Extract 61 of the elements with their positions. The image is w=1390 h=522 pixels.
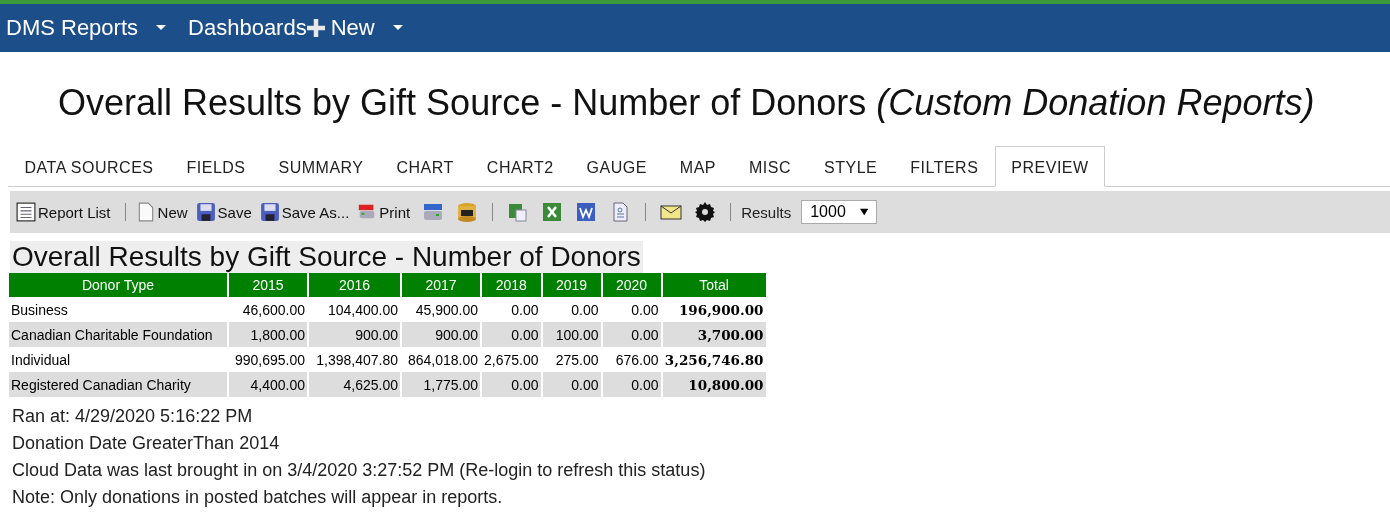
settings-icon[interactable] (694, 202, 717, 222)
database-icon[interactable] (456, 202, 479, 222)
column-header: 2019 (541, 273, 602, 297)
column-header: 2020 (601, 273, 662, 297)
table-cell: 4,625.00 (308, 372, 401, 397)
toolbar-button[interactable]: Print (357, 202, 415, 222)
results-label: Results (741, 203, 792, 221)
table-cell: 0.00 (541, 372, 602, 397)
column-header: 2017 (401, 273, 481, 297)
plus-icon (306, 19, 325, 37)
column-header: 2018 (481, 273, 542, 297)
html-printer-icon[interactable] (422, 202, 445, 222)
table-cell: 0.00 (601, 372, 662, 397)
envelope-icon[interactable] (660, 202, 683, 222)
table-cell: Canadian Charitable Foundation (9, 322, 228, 347)
caret-icon[interactable] (156, 25, 167, 31)
table-cell: 0.00 (481, 372, 542, 397)
toolbar-button[interactable]: Save As... (259, 202, 354, 222)
tab[interactable]: CHART2 (470, 148, 571, 187)
table-cell: Registered Canadian Charity (9, 372, 228, 397)
tab[interactable]: FILTERS (893, 148, 995, 187)
toolbar-button[interactable]: Report List (16, 202, 115, 222)
table-cell: 900.00 (308, 322, 401, 347)
column-header: 2015 (228, 273, 308, 297)
spreadsheet-icon[interactable] (507, 202, 530, 222)
tab[interactable]: GAUGE (570, 148, 664, 187)
table-cell: 900.00 (401, 322, 481, 347)
table-cell: 0.00 (481, 322, 542, 347)
column-header: Donor Type (9, 273, 228, 297)
table-cell: 1,775.00 (401, 372, 481, 397)
report-note: Note: Only donations in posted batches will appear in reports. (12, 486, 504, 509)
table-cell: 1,800.00 (228, 322, 308, 347)
tab[interactable]: PREVIEW (994, 146, 1106, 187)
column-header: Total (661, 273, 767, 297)
toolbar-button[interactable]: New (135, 202, 192, 222)
report-note: Donation Date GreaterThan 2014 (12, 432, 281, 455)
tab[interactable]: MAP (663, 148, 733, 187)
report-note: Cloud Data was last brought in on 3/4/2020 3:27:52 PM (Re-login to refresh this status) (12, 459, 707, 482)
page-title: Overall Results by Gift Source - Number of Donors (Custom Donation Reports) (58, 82, 1316, 125)
table-cell: 3,700.00 (661, 322, 767, 347)
caret-icon[interactable] (392, 25, 403, 31)
tab[interactable]: STYLE (807, 148, 894, 187)
nav-menu-item[interactable]: Dashboards (188, 15, 307, 41)
list-icon (16, 202, 36, 222)
toolbar-button[interactable]: Save (195, 202, 256, 222)
table-cell: 4,400.00 (228, 372, 308, 397)
nav-menu-item[interactable]: New (306, 15, 375, 41)
report-note: Ran at: 4/29/2020 5:16:22 PM (12, 405, 254, 428)
report-title: Overall Results by Gift Source - Number of Donors (10, 241, 643, 273)
tab[interactable]: SUMMARY (262, 148, 380, 187)
tab[interactable]: CHART (380, 148, 471, 187)
table-cell: 10,800.00 (661, 372, 767, 397)
results-dropdown[interactable]: 1000 (801, 200, 878, 224)
table-cell: 100.00 (541, 322, 602, 347)
nav-menu-item[interactable]: DMS Reports (6, 15, 139, 41)
tab[interactable]: DATA SOURCES (8, 148, 170, 187)
column-header: 2016 (308, 273, 401, 297)
tab[interactable]: MISC (732, 148, 808, 187)
tab[interactable]: FIELDS (170, 148, 262, 187)
table-cell: 0.00 (601, 322, 662, 347)
caret-icon (859, 208, 869, 216)
